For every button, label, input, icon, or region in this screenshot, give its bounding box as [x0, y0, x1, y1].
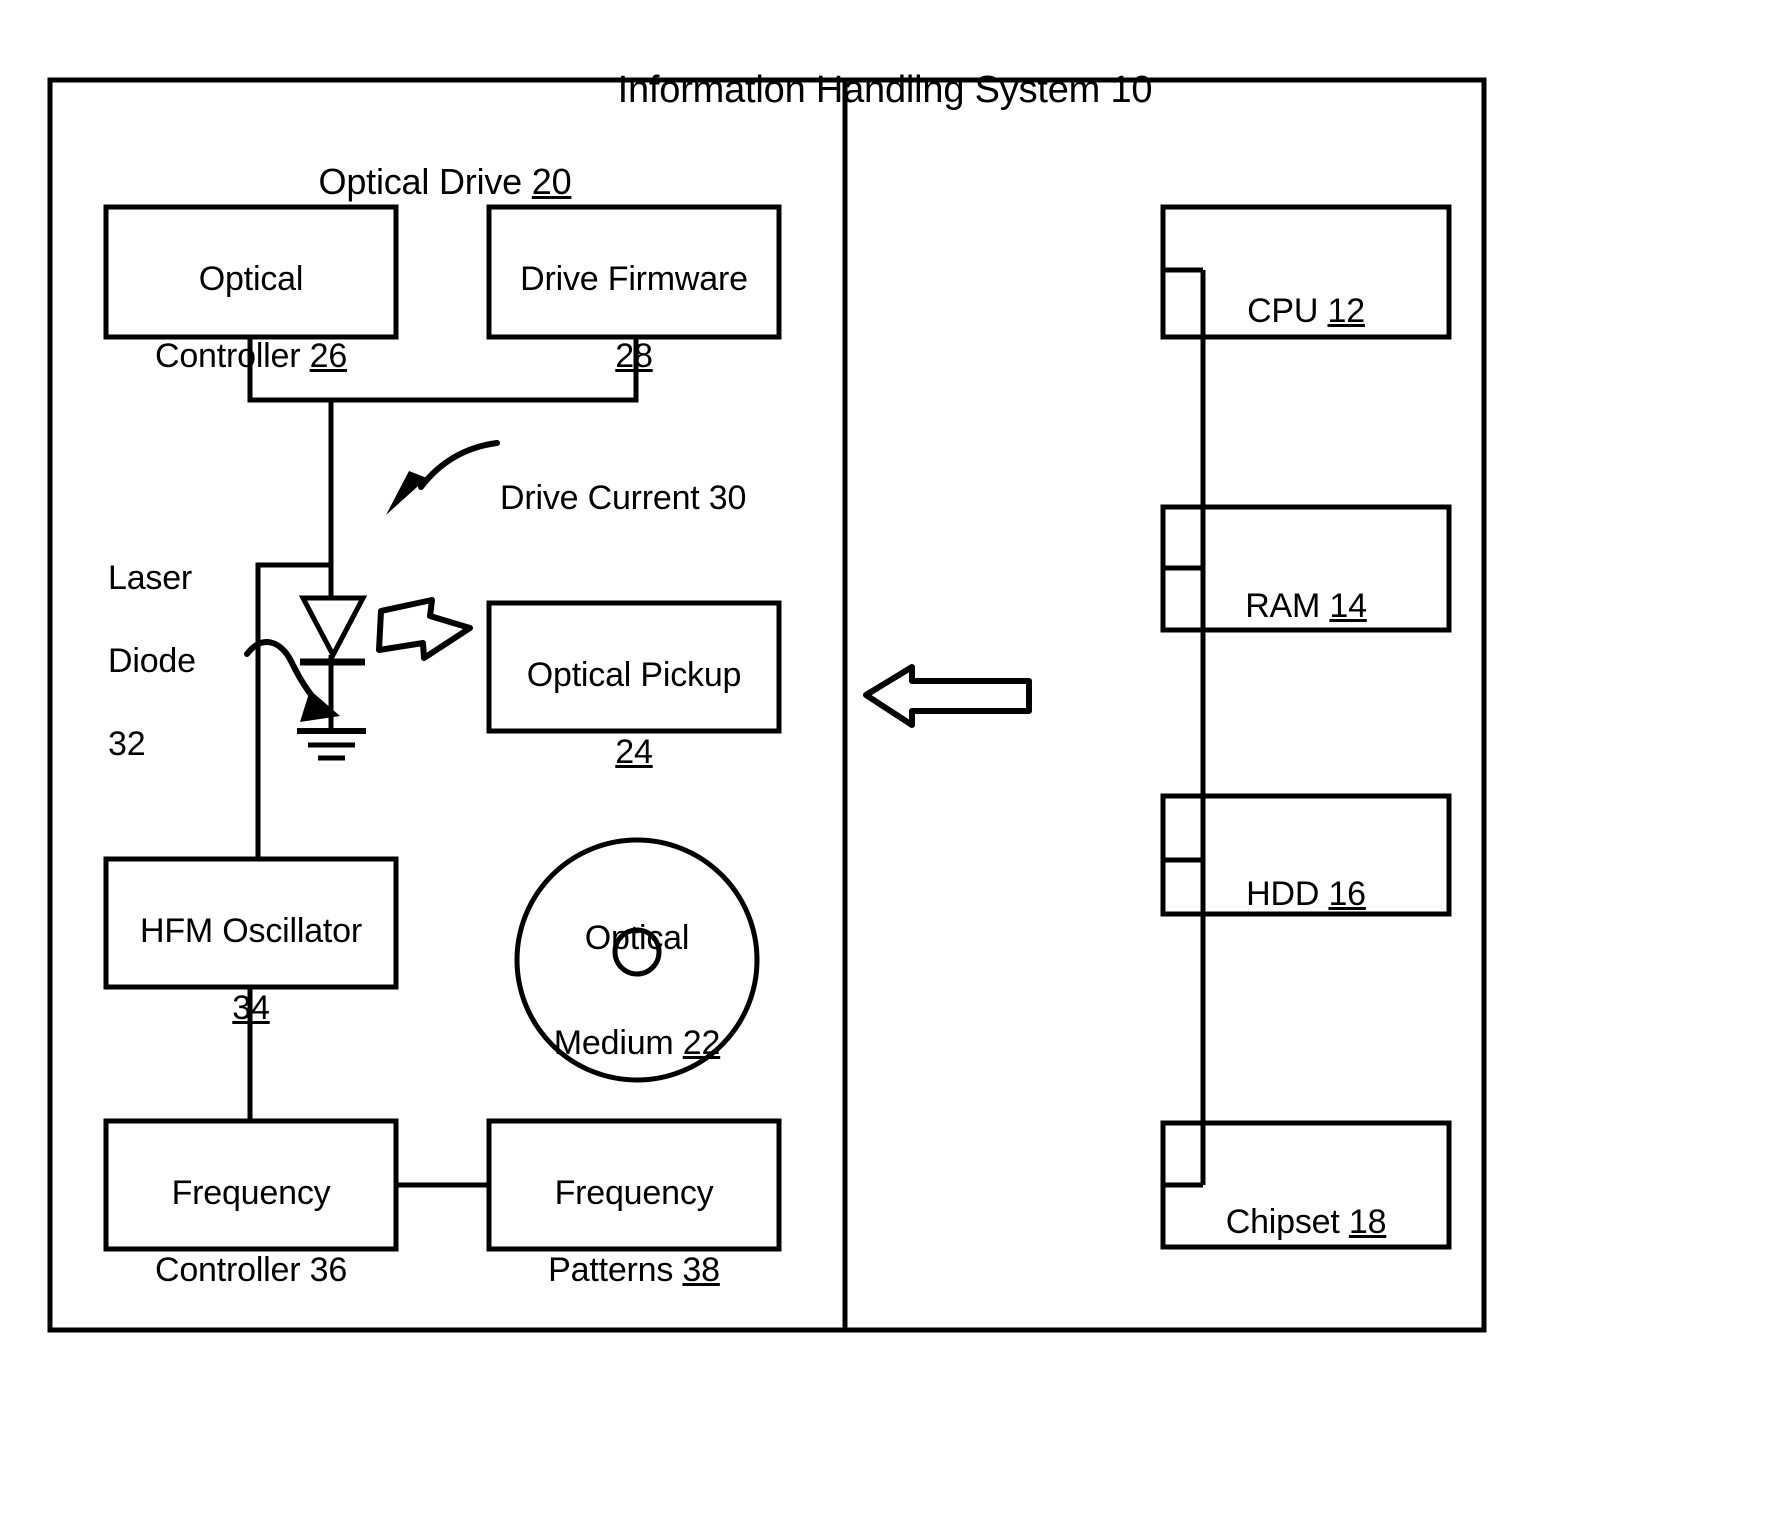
drive-current-arrowhead: [386, 471, 427, 515]
box-optical-pickup: [486, 600, 782, 734]
box-frequency-patterns: [486, 1118, 782, 1252]
figure-line-art: [47, 77, 1487, 1333]
interconnect-block-arrow: [863, 664, 1032, 728]
laser-diode-arrowhead: [300, 690, 340, 722]
box-frequency-controller: [103, 1118, 399, 1252]
patent-figure: Information Handling System 10 Optical D…: [0, 0, 1770, 1528]
box-chipset: [1160, 1120, 1452, 1250]
system-boundary: [47, 77, 1487, 1333]
drive-current-leader: [418, 440, 500, 490]
optical-medium-disc: [514, 837, 760, 1083]
box-ram: [1160, 504, 1452, 633]
box-hfm-oscillator: [103, 856, 399, 990]
box-drive-firmware: [486, 204, 782, 340]
box-optical-controller: [103, 204, 399, 340]
box-cpu: [1160, 204, 1452, 340]
laser-diode-triangle: [298, 595, 368, 661]
optical-medium-hub: [612, 927, 662, 977]
connector-controller-to-diode: [247, 337, 639, 403]
laser-beam-block-arrow: [376, 597, 473, 661]
box-hdd: [1160, 793, 1452, 917]
